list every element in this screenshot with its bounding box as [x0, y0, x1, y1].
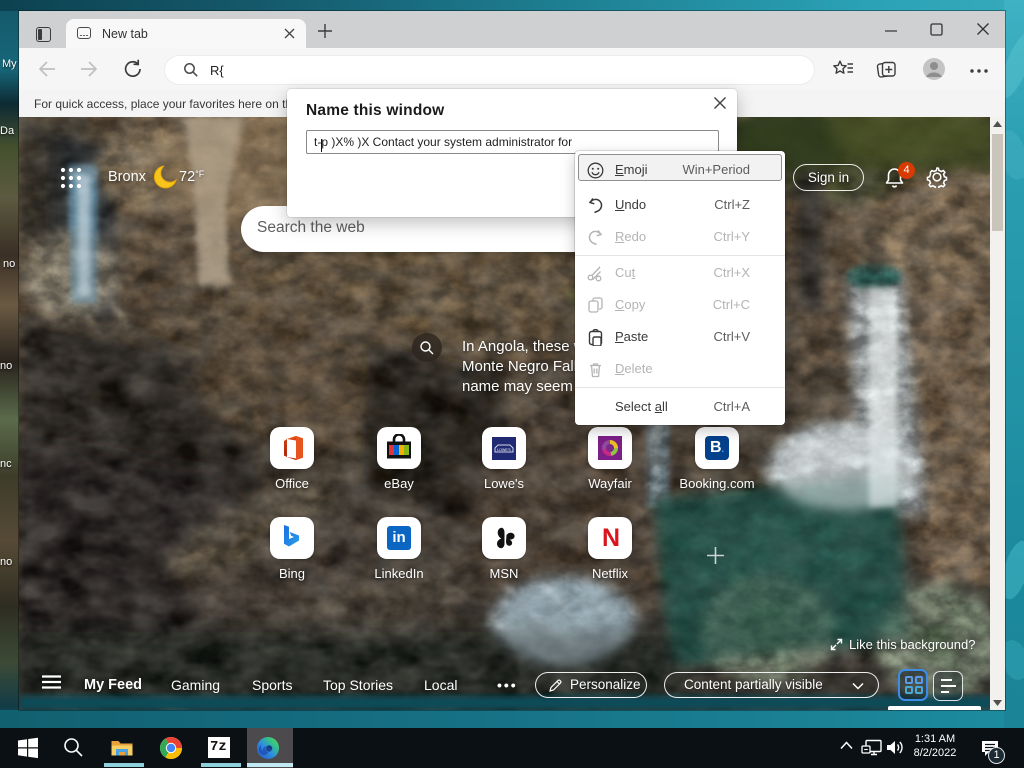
svg-text:LOWE'S: LOWE'S — [497, 448, 511, 452]
